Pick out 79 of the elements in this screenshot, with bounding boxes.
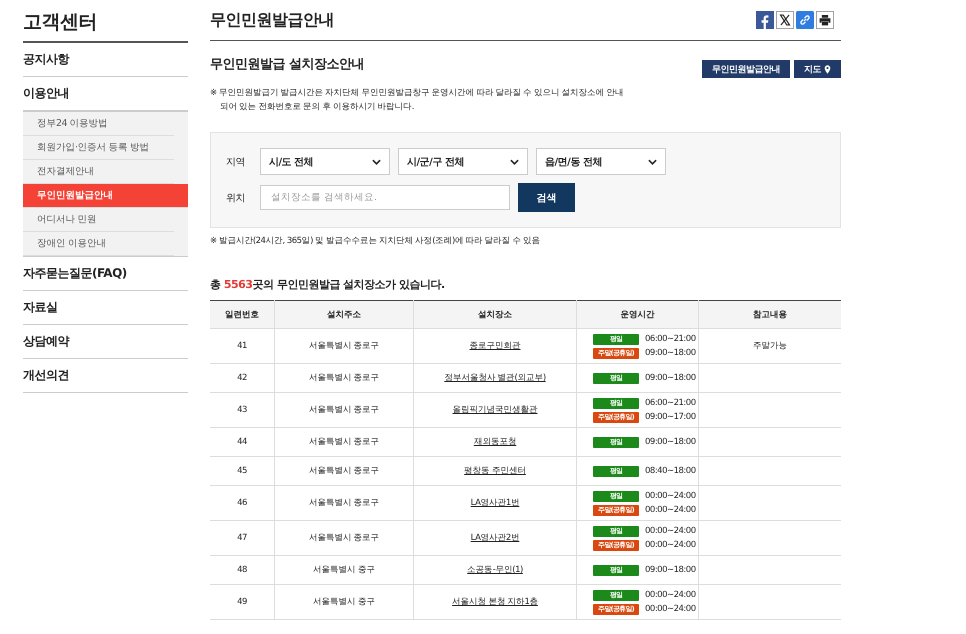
table-cell: 42	[210, 364, 274, 392]
place-link[interactable]: 서울시청 본청 지하1층	[452, 597, 538, 607]
hours-text: 00:00~24:00	[645, 539, 696, 552]
column-header: 일련번호	[210, 300, 274, 328]
submenu-item[interactable]: 정부24 이용방법	[23, 112, 174, 136]
hours-text: 00:00~24:00	[645, 589, 696, 602]
hours-text: 09:00~18:00	[645, 436, 696, 449]
column-header: 참고내용	[698, 300, 841, 328]
link-icon[interactable]	[796, 11, 814, 29]
place-link[interactable]: 올림픽기념국민생활관	[452, 405, 538, 415]
region-label: 지역	[226, 156, 246, 168]
page-title: 무인민원발급안내	[210, 10, 334, 30]
chevron-down-icon	[510, 158, 519, 164]
hours-text: 06:00~21:00	[645, 333, 696, 346]
region-dropdown[interactable]: 읍/면/동 전체	[536, 148, 666, 175]
hours-text: 00:00~24:00	[645, 525, 696, 538]
table-cell: 43	[210, 392, 274, 428]
place-link[interactable]: LA영사관1번	[470, 498, 520, 508]
notice-text: ※ 무인민원발급기 발급시간은 자치단체 무인민원발급창구 운영시간에 따라 달라질 수 있으니 설치장소에 안내되어 있는 전화번호로 문의 후 이용하시기 바랍니다.	[210, 87, 624, 114]
hours-text: 08:40~18:00	[645, 465, 696, 478]
table-cell: 47	[210, 520, 274, 556]
search-button[interactable]: 검색	[518, 183, 575, 212]
table-cell: 서울특별시 중구	[274, 556, 414, 584]
hours-text: 00:00~24:00	[645, 603, 696, 616]
hours-text: 09:00~17:00	[645, 411, 696, 424]
table-cell: 서울특별시 종로구	[274, 428, 414, 456]
column-header: 설치주소	[274, 300, 414, 328]
table-cell: 48	[210, 556, 274, 584]
x-logo-icon[interactable]	[776, 11, 794, 29]
region-dropdown[interactable]: 시/군/구 전체	[398, 148, 528, 175]
footnote-text: ※ 발급시간(24시간, 365일) 및 발급수수료는 지치단체 사정(조례)에 따라 달라질 수 있음	[210, 235, 542, 247]
place-link[interactable]: 소공동-무인(1)	[467, 565, 523, 575]
column-header: 운영시간	[576, 300, 698, 328]
pin-icon	[824, 64, 831, 74]
location-label: 위치	[226, 192, 246, 204]
place-link[interactable]: LA영사관2번	[470, 533, 520, 543]
sidebar-title: 고객센터	[23, 9, 188, 43]
note-text: 주말가능	[752, 341, 787, 351]
chevron-down-icon	[372, 158, 381, 164]
hours-text: 09:00~18:00	[645, 372, 696, 385]
table-cell: 41	[210, 328, 274, 364]
hours-text: 00:00~24:00	[645, 504, 696, 517]
table-cell: 서울특별시 종로구	[274, 392, 414, 428]
sidebar-item[interactable]: 개선의견	[23, 359, 188, 393]
chevron-down-icon	[648, 158, 657, 164]
sidebar-item[interactable]: 공지사항	[23, 43, 188, 77]
table-cell: 44	[210, 428, 274, 456]
place-link[interactable]: 평창동 주민센터	[464, 466, 526, 476]
hours-text: 09:00~18:00	[645, 564, 696, 577]
guide-button[interactable]: 무인민원발급안내	[702, 60, 790, 78]
facebook-icon[interactable]	[756, 11, 774, 29]
total-count-text: 총 5563곳의 무인민원발급 설치장소가 있습니다.	[210, 277, 446, 292]
table-cell: 서울특별시 종로구	[274, 456, 414, 486]
sidebar-item[interactable]: 자주묻는질문(FAQ)	[23, 257, 188, 291]
place-link[interactable]: 종로구민회관	[470, 341, 520, 351]
hours-text: 09:00~18:00	[645, 347, 696, 360]
submenu-item[interactable]: 무인민원발급안내	[23, 184, 188, 208]
region-dropdown[interactable]: 시/도 전체	[260, 148, 390, 175]
table-cell: 46	[210, 486, 274, 520]
column-header: 설치장소	[414, 300, 576, 328]
hours-text: 00:00~24:00	[645, 490, 696, 503]
sidebar-item[interactable]: 자료실	[23, 291, 188, 325]
place-link[interactable]: 재외동포청	[474, 437, 516, 447]
table-cell: 서울특별시 종로구	[274, 364, 414, 392]
table-cell: 서울특별시 종로구	[274, 328, 414, 364]
sidebar-item[interactable]: 상담예약	[23, 325, 188, 359]
map-button[interactable]: 지도	[794, 60, 841, 78]
table-cell: 45	[210, 456, 274, 486]
table-cell: 서울특별시 종로구	[274, 486, 414, 520]
section-title: 무인민원발급 설치장소안내	[210, 56, 364, 73]
table-cell: 서울특별시 중구	[274, 584, 414, 620]
submenu-item[interactable]: 장애인 이용안내	[23, 232, 174, 256]
print-icon[interactable]	[816, 11, 834, 29]
search-field[interactable]: 설치장소를 검색하세요.	[260, 185, 510, 210]
submenu-item[interactable]: 어디서나 민원	[23, 208, 174, 232]
submenu-item[interactable]: 회원가입·인증서 등록 방법	[23, 136, 174, 160]
hours-text: 06:00~21:00	[645, 397, 696, 410]
table-cell: 서울특별시 종로구	[274, 520, 414, 556]
table-cell: 49	[210, 584, 274, 620]
